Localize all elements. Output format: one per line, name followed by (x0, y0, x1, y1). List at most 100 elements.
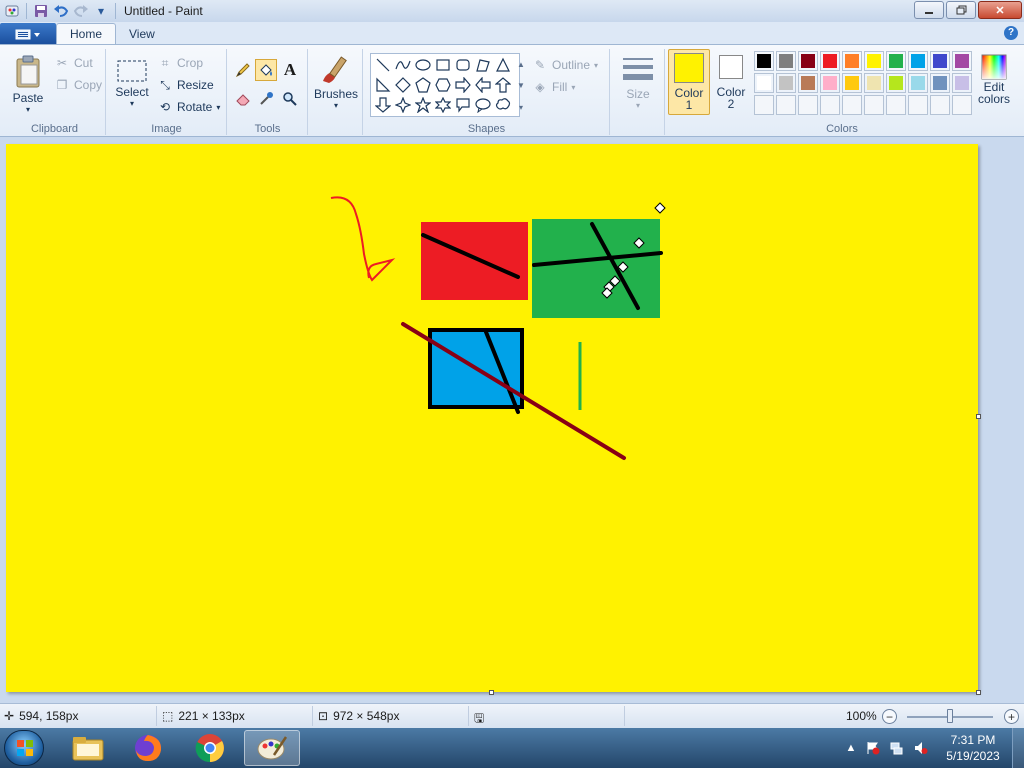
palette-color-swatch[interactable] (754, 95, 774, 115)
zoom-slider-thumb[interactable] (947, 709, 953, 723)
palette-color-swatch[interactable] (952, 51, 972, 71)
color2-button[interactable]: Color 2 (710, 49, 752, 115)
fill-bucket-icon[interactable] (255, 59, 277, 81)
curve-shape-icon[interactable] (393, 55, 413, 75)
start-button[interactable] (4, 730, 44, 766)
redo-icon[interactable] (73, 3, 89, 19)
oval-callout-icon[interactable] (473, 95, 493, 115)
palette-color-swatch[interactable] (798, 51, 818, 71)
palette-color-swatch[interactable] (820, 73, 840, 93)
pencil-icon[interactable] (232, 59, 254, 81)
action-center-icon[interactable] (866, 741, 880, 755)
close-button[interactable]: ✕ (978, 1, 1022, 19)
down-arrow-shape-icon[interactable] (373, 95, 393, 115)
magnifier-icon[interactable] (279, 88, 301, 110)
tab-home[interactable]: Home (56, 23, 117, 44)
palette-color-swatch[interactable] (776, 51, 796, 71)
palette-color-swatch[interactable] (886, 95, 906, 115)
right-arrow-shape-icon[interactable] (453, 75, 473, 95)
help-icon[interactable]: ? (1004, 26, 1018, 40)
network-icon[interactable] (890, 741, 904, 755)
palette-color-swatch[interactable] (930, 51, 950, 71)
cut-button[interactable]: ✂ Cut (54, 53, 93, 73)
resize-handle-right[interactable] (976, 414, 981, 419)
show-hidden-icons[interactable]: ▲ (844, 741, 858, 755)
clock[interactable]: 7:31 PM 5/19/2023 (940, 732, 1006, 764)
palette-color-swatch[interactable] (908, 51, 928, 71)
palette-color-swatch[interactable] (798, 73, 818, 93)
drawing-canvas[interactable] (6, 144, 978, 692)
rotate-button[interactable]: ⟲ Rotate ▾ (157, 97, 220, 117)
palette-color-swatch[interactable] (864, 95, 884, 115)
undo-icon[interactable] (53, 3, 69, 19)
five-point-star-icon[interactable] (413, 95, 433, 115)
palette-color-swatch[interactable] (776, 95, 796, 115)
palette-color-swatch[interactable] (754, 73, 774, 93)
size-button[interactable]: Size ▾ (617, 55, 659, 110)
rectangle-shape-icon[interactable] (433, 55, 453, 75)
copy-button[interactable]: ❐ Copy (54, 75, 102, 95)
paste-button[interactable]: Paste ▾ (8, 53, 48, 114)
text-icon[interactable]: A (279, 59, 301, 81)
palette-color-swatch[interactable] (864, 51, 884, 71)
rotate-dropdown-icon[interactable]: ▾ (216, 103, 220, 112)
cloud-callout-icon[interactable] (493, 95, 513, 115)
palette-color-swatch[interactable] (842, 73, 862, 93)
palette-color-swatch[interactable] (754, 51, 774, 71)
palette-color-swatch[interactable] (952, 73, 972, 93)
tab-view[interactable]: View (116, 23, 168, 44)
palette-color-swatch[interactable] (864, 73, 884, 93)
palette-color-swatch[interactable] (930, 95, 950, 115)
rounded-rectangle-shape-icon[interactable] (453, 55, 473, 75)
gallery-down-icon[interactable]: ▼ (517, 81, 525, 90)
triangle-shape-icon[interactable] (493, 55, 513, 75)
rounded-callout-icon[interactable] (453, 95, 473, 115)
gallery-up-icon[interactable]: ▲ (517, 60, 525, 69)
taskbar-chrome[interactable] (182, 730, 238, 766)
taskbar-firefox[interactable] (120, 730, 176, 766)
pentagon-shape-icon[interactable] (413, 75, 433, 95)
minimize-button[interactable] (914, 1, 944, 19)
palette-color-swatch[interactable] (798, 95, 818, 115)
hexagon-shape-icon[interactable] (433, 75, 453, 95)
zoom-out-button[interactable]: − (882, 709, 897, 724)
select-button[interactable]: Select ▾ (113, 57, 151, 108)
customize-dropdown-icon[interactable]: ▾ (93, 3, 109, 19)
up-arrow-shape-icon[interactable] (493, 75, 513, 95)
palette-color-swatch[interactable] (842, 51, 862, 71)
color1-button[interactable]: Color 1 (668, 49, 710, 115)
zoom-in-button[interactable]: + (1004, 709, 1019, 724)
fill-button[interactable]: ◈ Fill ▾ (532, 77, 575, 97)
palette-color-swatch[interactable] (908, 95, 928, 115)
four-point-star-icon[interactable] (393, 95, 413, 115)
volume-muted-icon[interactable] (914, 741, 928, 755)
palette-color-swatch[interactable] (952, 95, 972, 115)
edit-colors-button[interactable]: Edit colors (974, 53, 1014, 105)
save-icon[interactable] (33, 3, 49, 19)
brushes-dropdown-icon[interactable]: ▾ (334, 101, 338, 110)
six-point-star-icon[interactable] (433, 95, 453, 115)
color-picker-icon[interactable] (255, 88, 277, 110)
palette-color-swatch[interactable] (820, 95, 840, 115)
palette-color-swatch[interactable] (908, 73, 928, 93)
oval-shape-icon[interactable] (413, 55, 433, 75)
paint-app-icon[interactable] (4, 3, 20, 19)
resize-handle-bottom[interactable] (489, 690, 494, 695)
palette-color-swatch[interactable] (886, 51, 906, 71)
palette-color-swatch[interactable] (842, 95, 862, 115)
polygon-shape-icon[interactable] (473, 55, 493, 75)
outline-button[interactable]: ✎ Outline ▾ (532, 55, 598, 75)
palette-color-swatch[interactable] (930, 73, 950, 93)
palette-color-swatch[interactable] (886, 73, 906, 93)
select-dropdown-icon[interactable]: ▾ (130, 99, 134, 108)
palette-color-swatch[interactable] (820, 51, 840, 71)
eraser-icon[interactable] (232, 88, 254, 110)
palette-color-swatch[interactable] (776, 73, 796, 93)
show-desktop-button[interactable] (1012, 728, 1024, 768)
paint-menu-button[interactable] (0, 23, 56, 44)
taskbar-explorer[interactable] (60, 730, 116, 766)
taskbar-paint[interactable] (244, 730, 300, 766)
crop-button[interactable]: ⌗ Crop (157, 53, 203, 73)
right-triangle-shape-icon[interactable] (373, 75, 393, 95)
diamond-shape-icon[interactable] (393, 75, 413, 95)
